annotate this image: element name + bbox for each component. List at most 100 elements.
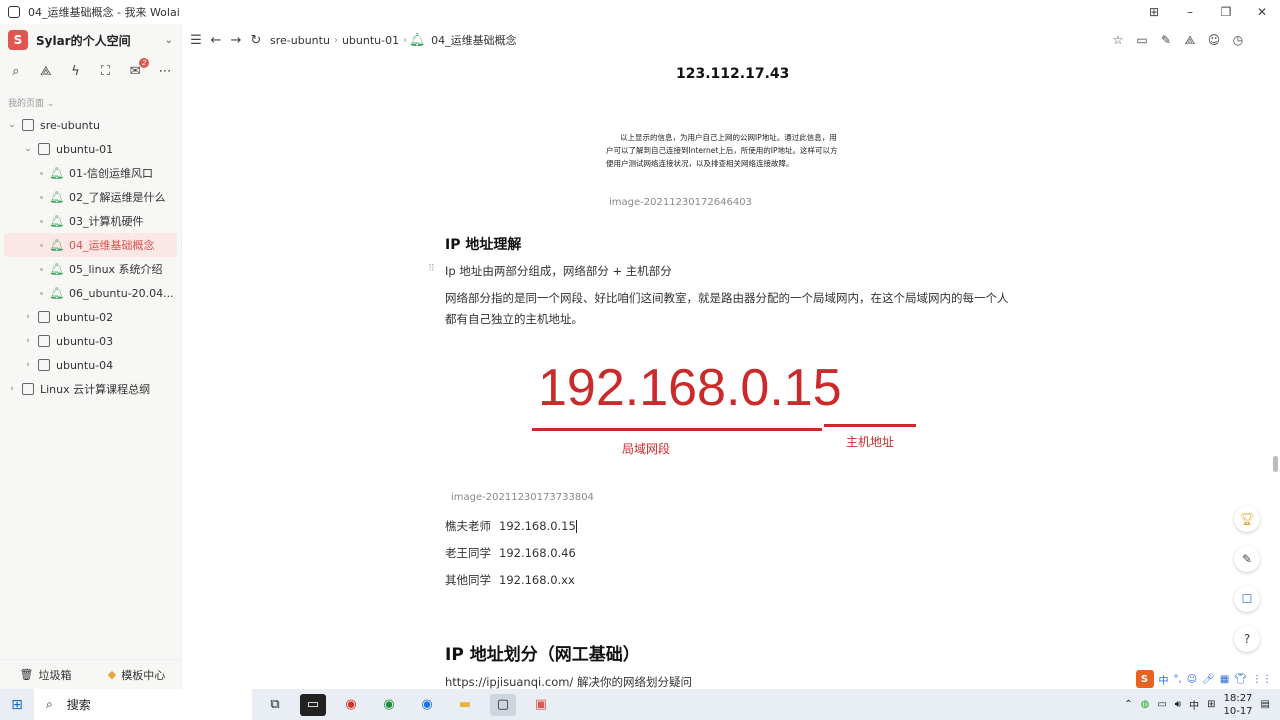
share-icon[interactable]: ⟁ — [1182, 33, 1198, 48]
sidebar-tree-label: 04_运维基础概念 — [69, 239, 155, 252]
sidebar-tree-item[interactable]: 🔔︎ 01-信创运维风口 — [0, 161, 181, 185]
keyboard-icon[interactable]: ▦ — [1220, 674, 1229, 685]
ip-row[interactable]: 樵夫老师 192.168.0.15 — [445, 518, 577, 534]
menu-icon[interactable]: ☰ — [186, 33, 206, 48]
ip-row-value: 192.168.0.15 — [499, 519, 576, 533]
forward-arrow-icon[interactable]: → — [226, 33, 246, 48]
title-bar: 04_运维基础概念 - 我来 Wolai ⊞ – ❐ ✕ — [0, 0, 1280, 24]
sidebar-tree-item[interactable]: 🔔︎ 02_了解运维是什么 — [0, 185, 181, 209]
document-icon — [38, 143, 50, 155]
chevron-down-icon[interactable]: ⌄ — [165, 35, 173, 46]
refresh-icon[interactable]: ↻ — [246, 33, 266, 48]
notification-icon[interactable]: ▤ — [1261, 699, 1270, 710]
close-button[interactable]: ✕ — [1244, 0, 1280, 24]
ip-row[interactable]: 其他同学 192.168.0.xx — [445, 572, 575, 588]
sidebar: S Sylar的个人空间 ⌄ ⌕ ⟁ ϟ ⛶ ✉ 2 ⋯ 我的页面 ⌄ ⌄ sre-… — [0, 24, 182, 689]
sidebar-tree-item[interactable]: › ubuntu-03 — [0, 329, 181, 353]
sidebar-footer: 🗑 垃圾箱 ◆ 模板中心 — [0, 659, 182, 689]
chrome-dev-icon[interactable]: ◉ — [376, 694, 402, 716]
layout-icon[interactable]: ⊞ — [1136, 0, 1172, 24]
sidebar-tree-item[interactable]: ⌄ sre-ubuntu — [0, 113, 181, 137]
edit-icon[interactable]: ✎ — [1158, 33, 1174, 47]
skin-icon[interactable]: 👕︎ — [1234, 674, 1247, 685]
recorder-icon[interactable]: ▣ — [528, 694, 554, 716]
tray-arrow-icon[interactable]: ⌃ — [1124, 699, 1132, 710]
terminal-app-icon[interactable]: ▭ — [300, 693, 326, 716]
sidebar-tree-item[interactable]: 🔔︎ 04_运维基础概念 — [4, 233, 177, 257]
sidebar-tree-label: 03_计算机硬件 — [69, 215, 144, 228]
sidebar-tree-item[interactable]: 🔔︎ 03_计算机硬件 — [0, 209, 181, 233]
inbox-icon[interactable]: ✉ 2 — [127, 58, 150, 79]
new-note-icon[interactable]: ✎ — [1234, 546, 1260, 572]
trash-icon: 🗑 — [19, 668, 34, 681]
ip-row[interactable]: 老王同学 192.168.0.46 — [445, 545, 576, 561]
chevron-right-icon[interactable]: › — [6, 384, 18, 394]
mic-icon[interactable]: 🎤︎ — [1202, 674, 1215, 685]
breadcrumb-current[interactable]: 04_运维基础概念 — [431, 32, 517, 48]
chevron-right-icon[interactable]: › — [22, 360, 34, 370]
sidebar-tree-item[interactable]: › Linux 云计算课程总纲 — [0, 377, 181, 401]
graph-icon[interactable]: ⟁ — [38, 63, 54, 79]
link-ipjisuanqi[interactable]: https://ipjisuanqi.com/ 解决你的网络划分疑问 — [445, 672, 692, 689]
sidebar-tree-item[interactable]: 🔔︎ 05_linux 系统介绍 — [0, 257, 181, 281]
clock[interactable]: 18:27 10-17 — [1223, 692, 1252, 718]
search-icon[interactable]: ⌕ — [8, 63, 24, 79]
chevron-down-icon[interactable]: ⌄ — [22, 144, 34, 154]
star-icon[interactable]: ☆ — [1110, 33, 1126, 47]
help-icon[interactable]: ? — [1234, 626, 1260, 652]
workspace-header[interactable]: S Sylar的个人空间 ⌄ — [0, 24, 181, 56]
chrome-icon[interactable]: ◉ — [338, 694, 364, 716]
network-icon[interactable]: ▭ — [1157, 699, 1166, 710]
chromium-icon[interactable]: ◉ — [414, 694, 440, 716]
task-view-icon[interactable]: ⧉ — [262, 694, 288, 716]
document-icon — [38, 311, 50, 323]
user-icon[interactable]: ☺ — [1206, 33, 1222, 47]
trash-button[interactable]: 🗑 垃圾箱 — [0, 667, 91, 683]
comment-icon[interactable]: ▭ — [1134, 33, 1150, 47]
frame-icon[interactable]: ⛶ — [97, 63, 113, 79]
taskbar-search[interactable]: ⌕ 搜索 — [34, 689, 252, 720]
workspace-name: Sylar的个人空间 — [36, 33, 131, 48]
emoji-icon[interactable]: ☺ — [1187, 674, 1197, 685]
back-arrow-icon[interactable]: ← — [206, 33, 226, 48]
document-icon — [38, 359, 50, 371]
sidebar-tree-item[interactable]: ⌄ ubuntu-01 — [0, 137, 181, 161]
chevron-down-icon[interactable]: ⌄ — [6, 120, 18, 130]
scrollbar-thumb[interactable] — [1273, 456, 1278, 472]
ip-row-name: 其他同学 — [445, 573, 491, 587]
ime-language[interactable]: 中 — [1159, 672, 1169, 687]
ip-row-name: 樵夫老师 — [445, 519, 491, 533]
wechat-icon[interactable]: ◍ — [1141, 699, 1150, 710]
minimize-button[interactable]: – — [1172, 0, 1208, 24]
trophy-icon[interactable]: 🏆︎ — [1234, 506, 1260, 532]
chevron-right-icon[interactable]: › — [22, 312, 34, 322]
breadcrumb-item[interactable]: ubuntu-01 — [342, 34, 399, 47]
drag-handle-icon[interactable]: ⠿ — [428, 264, 435, 274]
grid-icon[interactable]: ⊞ — [1207, 699, 1215, 710]
tray-language[interactable]: 中 — [1189, 697, 1199, 712]
image2-caption: image-20211230173733804 — [451, 492, 594, 503]
chevron-right-icon[interactable]: › — [22, 336, 34, 346]
paragraph-network-part[interactable]: 网络部分指的是同一个网段、好比咱们这间教室，就是路由器分配的一个局域网内，在这个… — [445, 288, 1015, 330]
search-icon: ⌕ — [46, 697, 53, 711]
wolai-taskbar-icon[interactable]: ▢ — [490, 693, 516, 716]
volume-icon[interactable]: 🔊︎ — [1175, 699, 1181, 710]
sidebar-tree-item[interactable]: › ubuntu-02 — [0, 305, 181, 329]
bullet-dot-icon — [40, 195, 43, 199]
tools-icon[interactable]: ⋮⋮ — [1252, 674, 1272, 685]
chat-icon[interactable]: ☐ — [1234, 586, 1260, 612]
paragraph-ip-parts[interactable]: Ip 地址由两部分组成，网络部分 + 主机部分 — [445, 261, 672, 282]
windows-start-icon[interactable]: ⊞ — [0, 689, 34, 720]
breadcrumb-item[interactable]: sre-ubuntu — [270, 34, 330, 47]
file-explorer-icon[interactable]: ▬ — [452, 694, 478, 716]
sogou-logo-icon[interactable]: S — [1135, 670, 1154, 688]
maximize-button[interactable]: ❐ — [1208, 0, 1244, 24]
templates-button[interactable]: ◆ 模板中心 — [91, 667, 182, 683]
sidebar-tree-item[interactable]: 🔔︎ 06_ubuntu-20.04... — [0, 281, 181, 305]
punctuation-icon[interactable]: °, — [1174, 674, 1182, 685]
sidebar-tree-label: Linux 云计算课程总纲 — [40, 383, 151, 396]
sidebar-tree-item[interactable]: › ubuntu-04 — [0, 353, 181, 377]
lightning-icon[interactable]: ϟ — [68, 63, 84, 79]
more-icon[interactable]: ⋯ — [157, 63, 173, 79]
history-icon[interactable]: ◷ — [1230, 33, 1246, 47]
